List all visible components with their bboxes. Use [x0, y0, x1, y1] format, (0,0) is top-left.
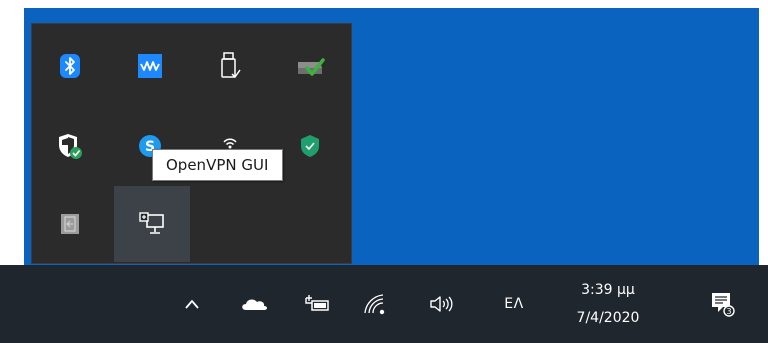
- tray-icon-safely-remove[interactable]: [32, 186, 108, 262]
- clock-button[interactable]: 3:39 μμ 7/4/2020: [560, 265, 656, 343]
- network-button[interactable]: [355, 265, 395, 343]
- clock-time: 3:39 μμ: [581, 282, 635, 298]
- tray-icon-openvpn[interactable]: [114, 186, 190, 262]
- action-center-icon: 3: [712, 293, 735, 317]
- speaker-icon: [430, 296, 453, 312]
- show-hidden-icons-button[interactable]: [172, 265, 212, 343]
- tray-icon-drive[interactable]: [272, 28, 348, 104]
- onedrive-button[interactable]: [234, 265, 274, 343]
- action-center-button[interactable]: 3: [700, 265, 744, 343]
- taskbar: ΕΛ 3:39 μμ 7/4/2020 3: [0, 265, 768, 343]
- top-margin: [0, 0, 768, 8]
- chevron-up-icon: [185, 300, 199, 309]
- tray-icon-bluetooth[interactable]: [32, 28, 108, 104]
- language-indicator: ΕΛ: [504, 296, 524, 312]
- usb-drive-icon: [221, 52, 241, 79]
- windows-security-shield-icon: [59, 134, 82, 159]
- safely-remove-icon: [61, 214, 79, 234]
- battery-plug-icon: [305, 295, 329, 311]
- green-shield-icon: [301, 135, 319, 157]
- drive-check-icon: [298, 58, 325, 76]
- tray-icon-security[interactable]: [32, 108, 108, 184]
- tooltip-text: OpenVPN GUI: [166, 156, 269, 174]
- bluetooth-icon: [60, 54, 80, 78]
- tray-icon-green-shield[interactable]: [272, 108, 348, 184]
- clock-date: 7/4/2020: [576, 310, 640, 326]
- volume-button[interactable]: [421, 265, 461, 343]
- tray-icon-waves[interactable]: [112, 28, 188, 104]
- openvpn-tooltip: OpenVPN GUI: [152, 149, 284, 181]
- openvpn-network-icon: [139, 212, 164, 234]
- svg-text:3: 3: [726, 307, 731, 316]
- waves-monitor-icon: [138, 54, 162, 78]
- power-button[interactable]: [296, 265, 338, 343]
- notification-area-overflow-flyout: S: [31, 23, 352, 264]
- input-language-button[interactable]: ΕΛ: [490, 265, 538, 343]
- wifi-icon: [364, 294, 385, 315]
- tray-icon-usb[interactable]: [192, 28, 268, 104]
- cloud-icon: [242, 299, 267, 310]
